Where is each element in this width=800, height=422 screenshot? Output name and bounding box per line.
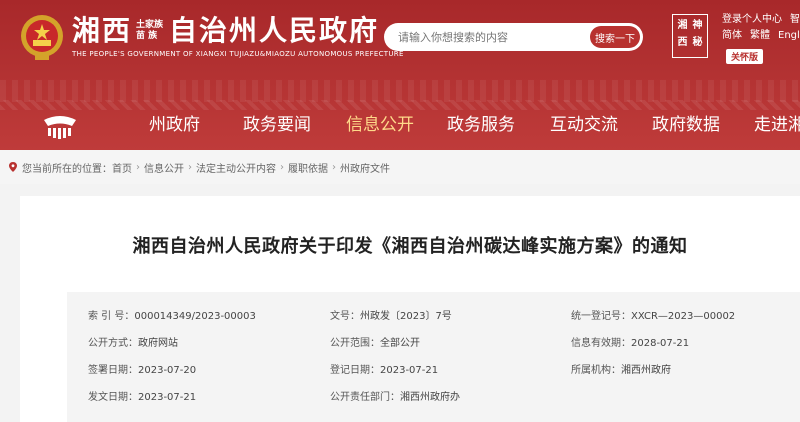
meta-validity-date: 信息有效期：2028-07-21 <box>571 338 690 349</box>
main-nav: 州政府 政务要闻 信息公开 政务服务 互动交流 政府数据 走进湘 <box>0 112 800 142</box>
nav-item-explore[interactable]: 走进湘 <box>754 112 800 138</box>
site-title-ethnic-bottom: 苗 族 <box>136 31 158 41</box>
meta-index-number: 索 引 号：000014349/2023-00003 <box>88 311 256 322</box>
search-box: 搜索一下 <box>384 23 643 51</box>
care-mode-button[interactable]: 关怀版 <box>726 49 764 64</box>
meta-document-number: 文号：州政发〔2023〕7号 <box>330 311 452 322</box>
article-panel: 湘西自治州人民政府关于印发《湘西自治州碳达峰实施方案》的通知 索 引 号：000… <box>20 196 800 422</box>
site-title-ethnic: 土家族 苗 族 <box>136 20 163 42</box>
site-title[interactable]: 湘西 土家族 苗 族 自治州人民政府 <box>72 14 379 48</box>
seal-char: 西 <box>677 37 688 48</box>
top-links: 登录个人中心 智 简体 繁體 English <box>722 12 800 44</box>
simplified-link[interactable]: 简体 <box>722 28 742 44</box>
breadcrumb-item-basis[interactable]: 履职依据 <box>288 160 328 175</box>
breadcrumb-separator: › <box>280 161 284 173</box>
site-header: 湘西 土家族 苗 族 自治州人民政府 THE PEOPLE'S GOVERNME… <box>0 0 800 150</box>
meta-issuing-agency: 所属机构：湘西州政府 <box>571 365 671 376</box>
breadcrumb-item-documents[interactable]: 州政府文件 <box>340 160 390 175</box>
seal-char: 湘 <box>677 20 688 31</box>
search-button[interactable]: 搜索一下 <box>590 26 640 48</box>
xiangxi-seal-logo[interactable]: 湘 神 西 秘 <box>672 14 708 58</box>
meta-registration-number: 统一登记号：XXCR—2023—00002 <box>571 311 736 322</box>
site-title-ethnic-top: 土家族 <box>136 20 164 30</box>
nav-item-interaction[interactable]: 互动交流 <box>550 112 618 138</box>
meta-responsible-dept: 公开责任部门：湘西州政府办 <box>330 392 460 403</box>
location-pin-icon <box>9 162 17 172</box>
seal-char: 神 <box>692 20 703 31</box>
site-subtitle: THE PEOPLE'S GOVERNMENT OF XIANGXI TUJIA… <box>72 50 404 58</box>
national-emblem-icon <box>21 15 63 60</box>
header-pattern <box>0 80 800 102</box>
breadcrumb-separator: › <box>188 161 192 173</box>
breadcrumb-separator: › <box>332 161 336 173</box>
site-title-right: 自治州人民政府 <box>169 14 380 47</box>
breadcrumb-item-statutory[interactable]: 法定主动公开内容 <box>196 160 276 175</box>
nav-item-government[interactable]: 州政府 <box>149 112 200 138</box>
meta-registration-date: 登记日期：2023-07-21 <box>330 365 439 376</box>
search-input[interactable] <box>384 30 584 44</box>
breadcrumb: 您当前所在的位置： 首页 › 信息公开 › 法定主动公开内容 › 履职依据 › … <box>0 150 800 184</box>
nav-item-news[interactable]: 政务要闻 <box>243 112 311 138</box>
breadcrumb-separator: › <box>136 161 140 173</box>
english-link[interactable]: English <box>778 28 800 44</box>
breadcrumb-item-info[interactable]: 信息公开 <box>144 160 184 175</box>
article-title: 湘西自治州人民政府关于印发《湘西自治州碳达峰实施方案》的通知 <box>132 236 688 257</box>
smart-link[interactable]: 智 <box>790 12 800 28</box>
meta-publish-date: 发文日期：2023-07-21 <box>88 392 197 403</box>
nav-item-info-disclosure[interactable]: 信息公开 <box>346 112 414 138</box>
document-metadata-table: 索 引 号：000014349/2023-00003 文号：州政发〔2023〕7… <box>67 292 800 422</box>
traditional-link[interactable]: 繁體 <box>750 28 770 44</box>
header-pattern-lower <box>0 100 800 110</box>
seal-char: 秘 <box>692 37 703 48</box>
nav-item-data[interactable]: 政府数据 <box>652 112 720 138</box>
breadcrumb-item-home[interactable]: 首页 <box>112 160 132 175</box>
meta-signing-date: 签署日期：2023-07-20 <box>88 365 197 376</box>
breadcrumb-lead: 您当前所在的位置： <box>22 163 112 175</box>
login-link[interactable]: 登录个人中心 <box>722 12 782 28</box>
nav-item-services[interactable]: 政务服务 <box>447 112 515 138</box>
site-title-left: 湘西 <box>72 14 133 47</box>
meta-disclosure-method: 公开方式：政府网站 <box>88 338 178 349</box>
meta-disclosure-scope: 公开范围：全部公开 <box>330 338 420 349</box>
